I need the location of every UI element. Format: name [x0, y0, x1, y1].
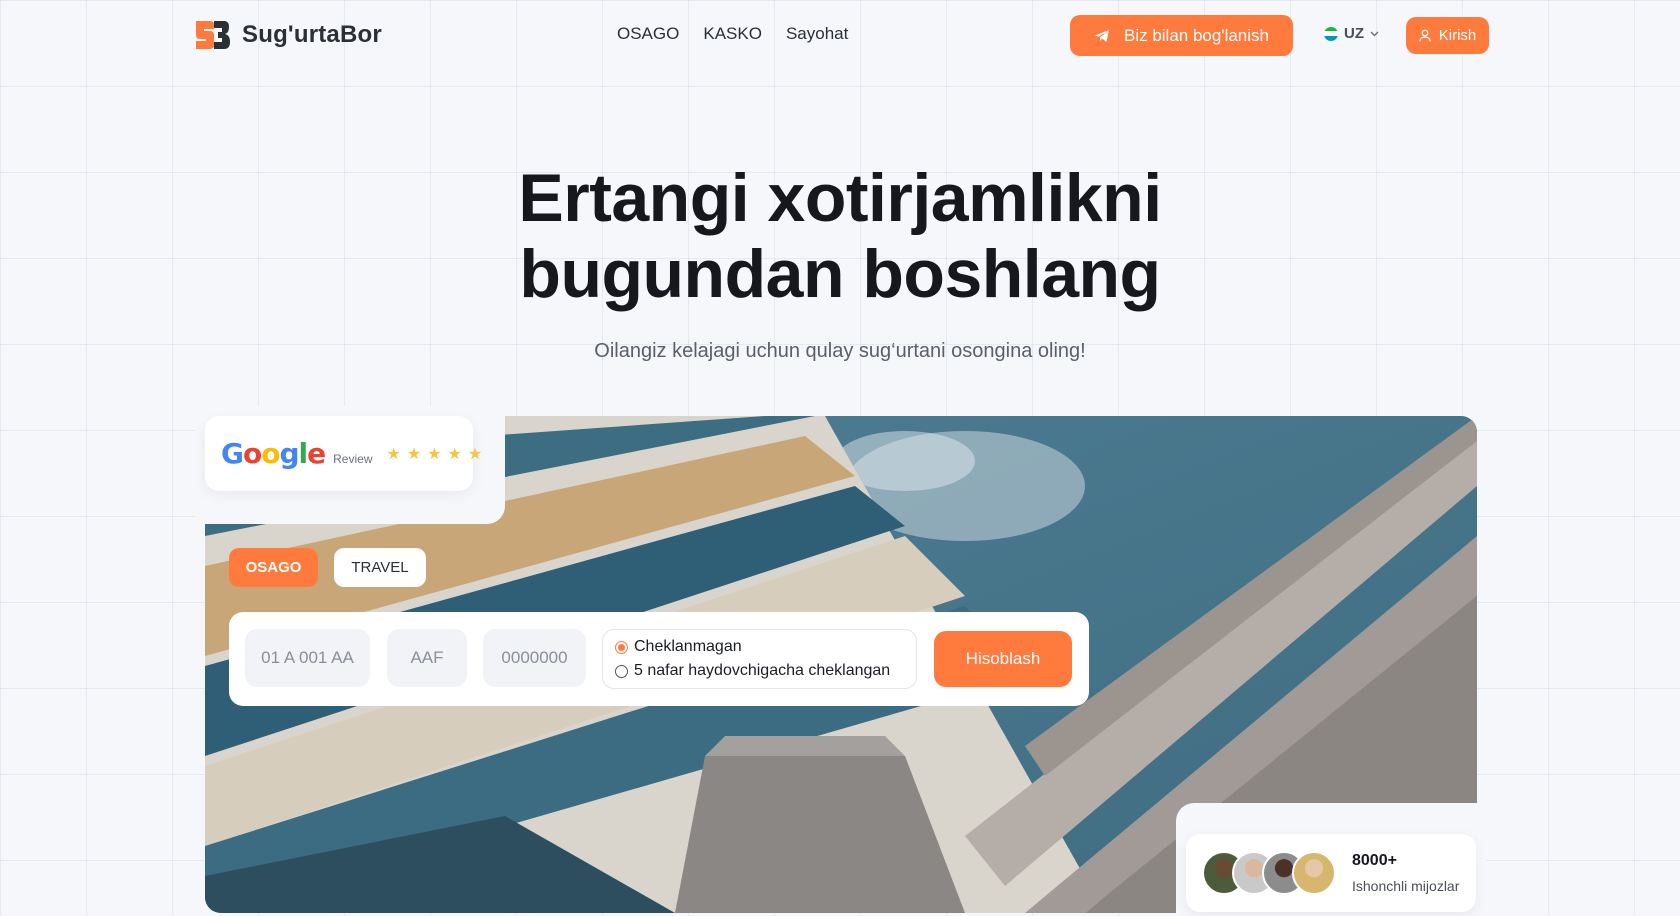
- google-logo: Google: [221, 437, 326, 470]
- tech-passport-series-input[interactable]: AAF: [387, 629, 467, 687]
- telegram-icon: [1094, 29, 1109, 42]
- osago-form: 01 A 001 AA AAF 0000000 Cheklanmagan 5 n…: [229, 612, 1089, 706]
- login-label: Kirish: [1438, 27, 1477, 44]
- language-selector[interactable]: UZ: [1324, 25, 1379, 42]
- uz-flag-icon: [1324, 26, 1338, 41]
- tab-travel[interactable]: TRAVEL: [334, 548, 426, 587]
- logo-icon: [196, 21, 230, 49]
- avatar-group: [1202, 851, 1336, 895]
- option-unlimited[interactable]: Cheklanmagan: [615, 638, 904, 656]
- nav-osago[interactable]: OSAGO: [617, 24, 679, 44]
- radio-checked-icon[interactable]: [615, 640, 628, 654]
- hero-title-line2: bugundan boshlang: [519, 236, 1161, 312]
- contact-label: Biz bilan bog'lanish: [1123, 25, 1269, 45]
- driver-limit-options: Cheklanmagan 5 nafar haydovchigacha chek…: [602, 629, 917, 689]
- hero-title: Ertangi xotirjamlikni bugundan boshlang: [0, 160, 1680, 312]
- brand-name: Sug'urtaBor: [242, 21, 382, 48]
- user-icon: [1419, 29, 1431, 42]
- radio-unchecked-icon[interactable]: [615, 664, 628, 678]
- nav-kasko[interactable]: KASKO: [703, 24, 762, 44]
- hero-title-line1: Ertangi xotirjamlikni: [518, 160, 1162, 236]
- star-icon: ★: [447, 445, 462, 463]
- review-label: Review: [333, 451, 373, 466]
- star-icon: ★: [427, 445, 442, 463]
- main-nav: OSAGO KASKO Sayohat: [617, 24, 848, 44]
- option-unlimited-label: Cheklanmagan: [634, 638, 742, 655]
- logo[interactable]: Sug'urtaBor: [192, 17, 382, 53]
- calculate-button[interactable]: Hisoblash: [934, 631, 1072, 687]
- option-limited[interactable]: 5 nafar haydovchigacha cheklangan: [615, 662, 904, 680]
- option-limited-label: 5 nafar haydovchigacha cheklangan: [634, 662, 891, 679]
- google-review-card: Google Review ★ ★ ★ ★ ★: [205, 416, 482, 491]
- plate-number-input[interactable]: 01 A 001 AA: [245, 629, 370, 687]
- tech-passport-number-input[interactable]: 0000000: [483, 629, 586, 687]
- header: Sug'urtaBor OSAGO KASKO Sayohat Biz bila…: [0, 0, 1680, 70]
- tab-osago[interactable]: OSAGO: [229, 548, 318, 587]
- chevron-down-icon: [1370, 31, 1379, 36]
- language-label: UZ: [1344, 25, 1364, 42]
- nav-sayohat[interactable]: Sayohat: [786, 24, 848, 44]
- clients-count: 8000+: [1352, 852, 1397, 869]
- contact-button[interactable]: Biz bilan bog'lanish: [1070, 15, 1293, 56]
- star-icon: ★: [467, 445, 483, 463]
- avatar: [1292, 851, 1336, 895]
- clients-card: 8000+ Ishonchli mijozlar: [1186, 834, 1476, 912]
- clients-label: Ishonchli mijozlar: [1352, 878, 1460, 894]
- clients-info: 8000+ Ishonchli mijozlar: [1352, 852, 1459, 894]
- star-icon: ★: [406, 445, 422, 463]
- rating-stars: ★ ★ ★ ★ ★: [387, 444, 483, 464]
- star-icon: ★: [386, 445, 401, 463]
- hero-subtitle: Oilangiz kelajagi uchun qulay sug‘urtani…: [594, 340, 1086, 362]
- login-button[interactable]: Kirish: [1406, 17, 1489, 54]
